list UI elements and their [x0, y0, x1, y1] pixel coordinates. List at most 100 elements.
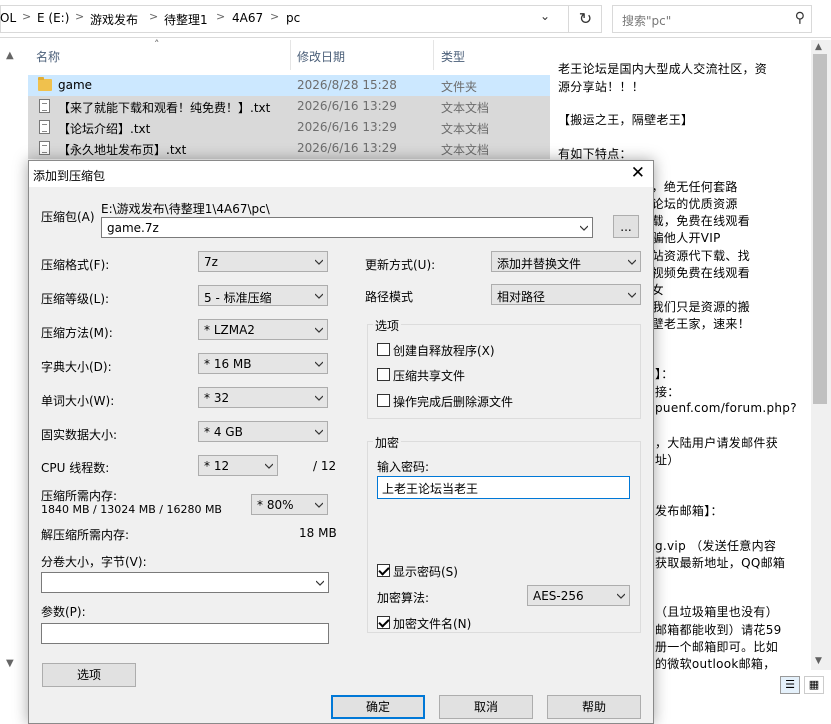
column-header-type[interactable]: 类型: [441, 48, 465, 65]
breadcrumb-separator-icon: >: [75, 10, 85, 23]
word-size-select[interactable]: * 32: [198, 387, 328, 408]
scroll-down-icon[interactable]: ▼: [6, 658, 14, 669]
method-value: * LZMA2: [204, 323, 255, 337]
parameters-label: 参数(P):: [41, 605, 86, 619]
file-row[interactable]: 【来了就能下载和观看！纯免费！】.txt 2026/6/16 13:29 文本文…: [28, 96, 550, 117]
details-view-icon[interactable]: ☰: [780, 676, 800, 694]
preview-line: puenf.com/forum.php?: [655, 401, 797, 415]
scrollbar-thumb[interactable]: [813, 54, 827, 404]
memory-percent-select[interactable]: * 80%: [251, 494, 328, 515]
txt-file-icon: [39, 120, 50, 134]
ok-button[interactable]: 确定: [331, 695, 425, 719]
breadcrumb-youxifabu[interactable]: 游戏发布: [90, 11, 138, 28]
cpu-threads-select[interactable]: * 12: [198, 455, 278, 476]
split-size-combo[interactable]: [41, 572, 329, 593]
parameters-input[interactable]: [41, 623, 329, 644]
archive-name-combo[interactable]: game.7z: [101, 217, 593, 238]
cancel-button[interactable]: 取消: [439, 695, 533, 719]
solid-size-label: 固实数据大小:: [41, 428, 118, 442]
txt-file-icon: [39, 141, 50, 155]
chevron-down-icon: [315, 395, 323, 401]
txt-file-icon: [39, 99, 50, 113]
solid-size-select[interactable]: * 4 GB: [198, 421, 328, 442]
sfx-checkbox[interactable]: [377, 343, 390, 356]
path-mode-select[interactable]: 相对路径: [491, 284, 641, 305]
level-select[interactable]: 5 - 标准压缩: [198, 285, 328, 306]
cpu-threads-label: CPU 线程数:: [41, 461, 110, 475]
encryption-group-title: 加密: [373, 434, 402, 451]
dialog-titlebar[interactable]: 添加到压缩包 ✕: [29, 161, 653, 187]
file-row[interactable]: 【永久地址发布页】.txt 2026/6/16 13:29 文本文档: [28, 138, 550, 159]
update-mode-select[interactable]: 添加并替换文件: [491, 251, 641, 272]
password-input[interactable]: 上老王论坛当老王: [377, 476, 630, 499]
chevron-down-icon: [315, 429, 323, 435]
address-dropdown-icon[interactable]: ⌄: [540, 9, 550, 23]
file-name: 【来了就能下载和观看！纯免费！】.txt: [58, 101, 271, 115]
decompress-memory-label: 解压缩所需内存:: [41, 528, 130, 542]
archive-path: E:\游戏发布\待整理1\4A67\pc\: [101, 202, 270, 216]
encrypt-names-checkbox[interactable]: [377, 616, 390, 629]
shared-files-checkbox[interactable]: [377, 368, 390, 381]
refresh-icon[interactable]: ↻: [568, 5, 602, 33]
large-icons-view-icon[interactable]: ▦: [804, 676, 824, 694]
column-header-name[interactable]: 名称: [36, 48, 60, 65]
show-password-label[interactable]: 显示密码(S): [393, 563, 458, 580]
format-select[interactable]: 7z: [198, 251, 328, 272]
level-value: 5 - 标准压缩: [204, 291, 272, 305]
preview-scrollbar[interactable]: ▲ ▼: [811, 40, 831, 670]
preview-line: 发布邮箱】：: [655, 504, 723, 518]
file-date: 2026/6/16 13:29: [297, 141, 397, 155]
archive-name-value: game.7z: [107, 221, 159, 235]
breadcrumb-separator-icon: >: [149, 10, 159, 23]
file-name: 【永久地址发布页】.txt: [58, 143, 187, 157]
chevron-down-icon: [315, 293, 323, 299]
scroll-up-icon[interactable]: ▲: [815, 42, 822, 52]
dictionary-value: * 16 MB: [204, 357, 252, 371]
options-button[interactable]: 选项: [42, 663, 136, 687]
preview-line: 老王论坛是国内大型成人交流社区，资: [558, 62, 768, 76]
file-type: 文本文档: [441, 143, 490, 157]
file-row[interactable]: game 2026/8/28 15:28 文件夹: [28, 75, 550, 96]
sfx-label[interactable]: 创建自释放程序(X): [393, 342, 495, 359]
update-mode-label: 更新方式(U):: [365, 258, 436, 272]
show-password-checkbox[interactable]: [377, 564, 390, 577]
chevron-down-icon: [316, 580, 324, 586]
help-button[interactable]: 帮助: [547, 695, 641, 719]
memory-detail: 1840 MB / 13024 MB / 16280 MB: [41, 503, 222, 516]
preview-line: （且垃圾箱里也没有）: [655, 605, 779, 619]
breadcrumb-pc[interactable]: pc: [286, 11, 300, 25]
method-select[interactable]: * LZMA2: [198, 319, 328, 340]
encrypt-names-label[interactable]: 加密文件名(N): [393, 615, 471, 632]
shared-files-label[interactable]: 压缩共享文件: [393, 367, 465, 384]
chevron-down-icon: [315, 361, 323, 367]
breadcrumb-drive-e[interactable]: E (E:): [37, 11, 69, 25]
preview-line: 【搬运之王，隔壁老王】: [558, 113, 694, 127]
column-divider[interactable]: [433, 40, 434, 70]
preview-line: 获取最新地址，QQ邮箱: [655, 556, 786, 570]
breadcrumb-4a67[interactable]: 4A67: [232, 11, 263, 25]
folder-icon: [38, 77, 52, 91]
search-input[interactable]: 搜索"pc" ⚲: [612, 5, 812, 33]
encryption-method-select[interactable]: AES-256: [527, 585, 630, 606]
search-placeholder: 搜索"pc": [622, 14, 672, 28]
browse-button[interactable]: ...: [613, 215, 639, 238]
delete-after-label[interactable]: 操作完成后删除源文件: [393, 393, 513, 410]
preview-line: g.vip （发送任意内容: [655, 539, 777, 553]
delete-after-checkbox[interactable]: [377, 394, 390, 407]
scroll-down-icon[interactable]: ▼: [815, 656, 822, 666]
scroll-up-icon[interactable]: ▲: [6, 50, 14, 61]
column-divider[interactable]: [290, 40, 291, 70]
sort-ascending-icon: ˄: [154, 38, 160, 51]
chevron-down-icon: [617, 593, 625, 599]
column-header-date[interactable]: 修改日期: [297, 48, 345, 65]
file-row[interactable]: 【论坛介绍】.txt 2026/6/16 13:29 文本文档: [28, 117, 550, 138]
cpu-threads-value: * 12: [204, 459, 230, 473]
breadcrumb-daizhengli1[interactable]: 待整理1: [164, 11, 208, 28]
chevron-down-icon: [315, 502, 323, 508]
close-icon[interactable]: ✕: [631, 163, 645, 183]
breadcrumb-ol[interactable]: OL: [0, 11, 16, 25]
dictionary-select[interactable]: * 16 MB: [198, 353, 328, 374]
update-mode-value: 添加并替换文件: [497, 257, 582, 271]
file-type: 文件夹: [441, 80, 478, 94]
chevron-down-icon: [265, 463, 273, 469]
